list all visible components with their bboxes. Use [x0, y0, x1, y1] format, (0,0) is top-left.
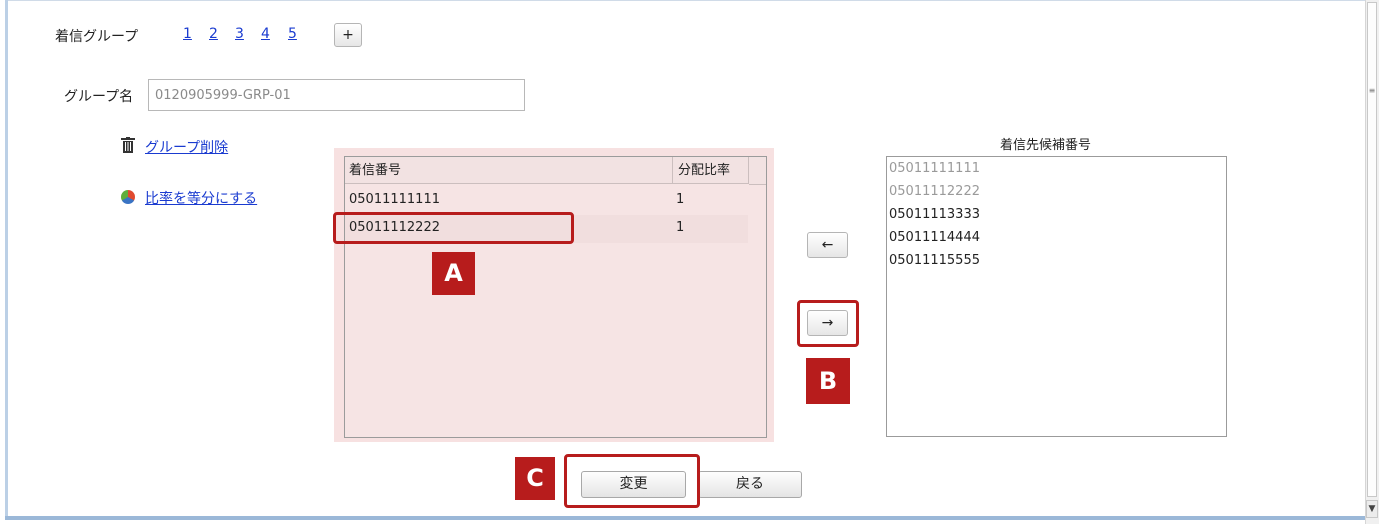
- annotation-badge-c: C: [515, 457, 555, 500]
- annotation-box-b: [797, 300, 859, 347]
- candidate-item[interactable]: 05011114444: [889, 226, 980, 249]
- back-button[interactable]: 戻る: [698, 471, 802, 498]
- scrollbar-thumb[interactable]: [1367, 2, 1377, 497]
- equalize-ratio-link[interactable]: 比率を等分にする: [145, 188, 257, 208]
- column-header-spacer: [749, 157, 766, 185]
- move-left-button[interactable]: ←: [807, 232, 848, 258]
- group-bar-label: 着信グループ: [55, 29, 139, 45]
- scroll-down-arrow-icon[interactable]: ▼: [1366, 500, 1378, 518]
- group-tab-3[interactable]: 3: [235, 26, 244, 42]
- group-tab-1[interactable]: 1: [183, 26, 192, 42]
- table-cell-number: 05011111111: [349, 192, 440, 207]
- annotation-badge-a: A: [432, 252, 475, 295]
- add-group-button[interactable]: +: [334, 23, 362, 47]
- candidate-item[interactable]: 05011113333: [889, 203, 980, 226]
- frame-left-border: [5, 0, 8, 520]
- candidate-list-title: 着信先候補番号: [1000, 138, 1092, 153]
- annotation-box-a: [333, 212, 574, 244]
- trash-icon: [121, 137, 135, 153]
- frame-bottom-border: [5, 516, 1365, 520]
- column-header-ratio[interactable]: 分配比率: [673, 157, 748, 184]
- pie-chart-icon: [121, 190, 135, 204]
- group-name-input[interactable]: [148, 79, 525, 111]
- frame-top-border: [5, 0, 1365, 1]
- table-cell-ratio: 1: [676, 220, 685, 235]
- annotation-box-c: [564, 454, 700, 508]
- candidate-item-disabled: 05011112222: [889, 184, 980, 199]
- table-cell-ratio: 1: [676, 192, 685, 207]
- scrollbar-grip-icon: ≡: [1368, 86, 1376, 95]
- group-tab-4[interactable]: 4: [261, 26, 270, 42]
- group-tab-5[interactable]: 5: [288, 26, 297, 42]
- group-name-label: グループ名: [64, 89, 134, 105]
- column-header-number[interactable]: 着信番号: [345, 157, 672, 184]
- candidate-item[interactable]: 05011115555: [889, 249, 980, 272]
- candidate-item-disabled: 05011111111: [889, 161, 980, 176]
- delete-group-link[interactable]: グループ削除: [145, 137, 228, 157]
- group-tab-2[interactable]: 2: [209, 26, 218, 42]
- annotation-badge-b: B: [806, 358, 850, 404]
